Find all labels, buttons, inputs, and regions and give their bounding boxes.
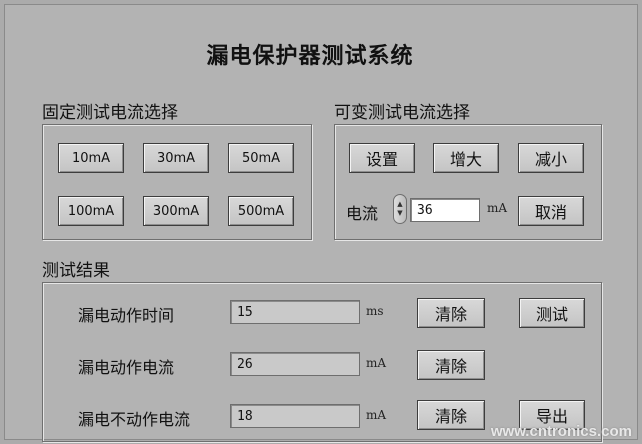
- current-30ma-button[interactable]: 30mA: [143, 143, 209, 173]
- current-label: 电流: [346, 204, 379, 223]
- set-button[interactable]: 设置: [349, 143, 415, 173]
- test-results-label: 测试结果: [42, 261, 110, 281]
- current-input[interactable]: 36: [410, 198, 480, 222]
- current-unit: mA: [487, 201, 508, 215]
- fixed-current-label: 固定测试电流选择: [42, 103, 178, 123]
- trip-time-label: 漏电动作时间: [78, 306, 175, 325]
- watermark-text: www.cntronics.com: [490, 423, 632, 440]
- trip-time-unit: ms: [366, 304, 384, 318]
- clear-trip-current-button[interactable]: 清除: [417, 350, 485, 380]
- clear-trip-time-button[interactable]: 清除: [417, 298, 485, 328]
- non-trip-current-label: 漏电不动作电流: [78, 410, 191, 429]
- cancel-button[interactable]: 取消: [518, 196, 584, 226]
- test-button[interactable]: 测试: [519, 298, 585, 328]
- non-trip-current-value: 18: [230, 404, 360, 428]
- variable-current-label: 可变测试电流选择: [334, 103, 470, 123]
- current-300ma-button[interactable]: 300mA: [143, 196, 209, 226]
- trip-time-value: 15: [230, 300, 360, 324]
- trip-current-unit: mA: [366, 356, 387, 370]
- current-100ma-button[interactable]: 100mA: [58, 196, 124, 226]
- clear-non-trip-current-button[interactable]: 清除: [417, 400, 485, 430]
- current-50ma-button[interactable]: 50mA: [228, 143, 294, 173]
- trip-current-label: 漏电动作电流: [78, 358, 175, 377]
- non-trip-current-unit: mA: [366, 408, 387, 422]
- spin-up-icon[interactable]: ▲: [397, 200, 402, 209]
- current-10ma-button[interactable]: 10mA: [58, 143, 124, 173]
- page-title: 漏电保护器测试系统: [206, 44, 414, 69]
- decrease-button[interactable]: 减小: [518, 143, 584, 173]
- current-500ma-button[interactable]: 500mA: [228, 196, 294, 226]
- trip-current-value: 26: [230, 352, 360, 376]
- current-spinner[interactable]: ▲ ▼: [393, 194, 407, 224]
- spin-down-icon[interactable]: ▼: [397, 209, 402, 218]
- increase-button[interactable]: 增大: [433, 143, 499, 173]
